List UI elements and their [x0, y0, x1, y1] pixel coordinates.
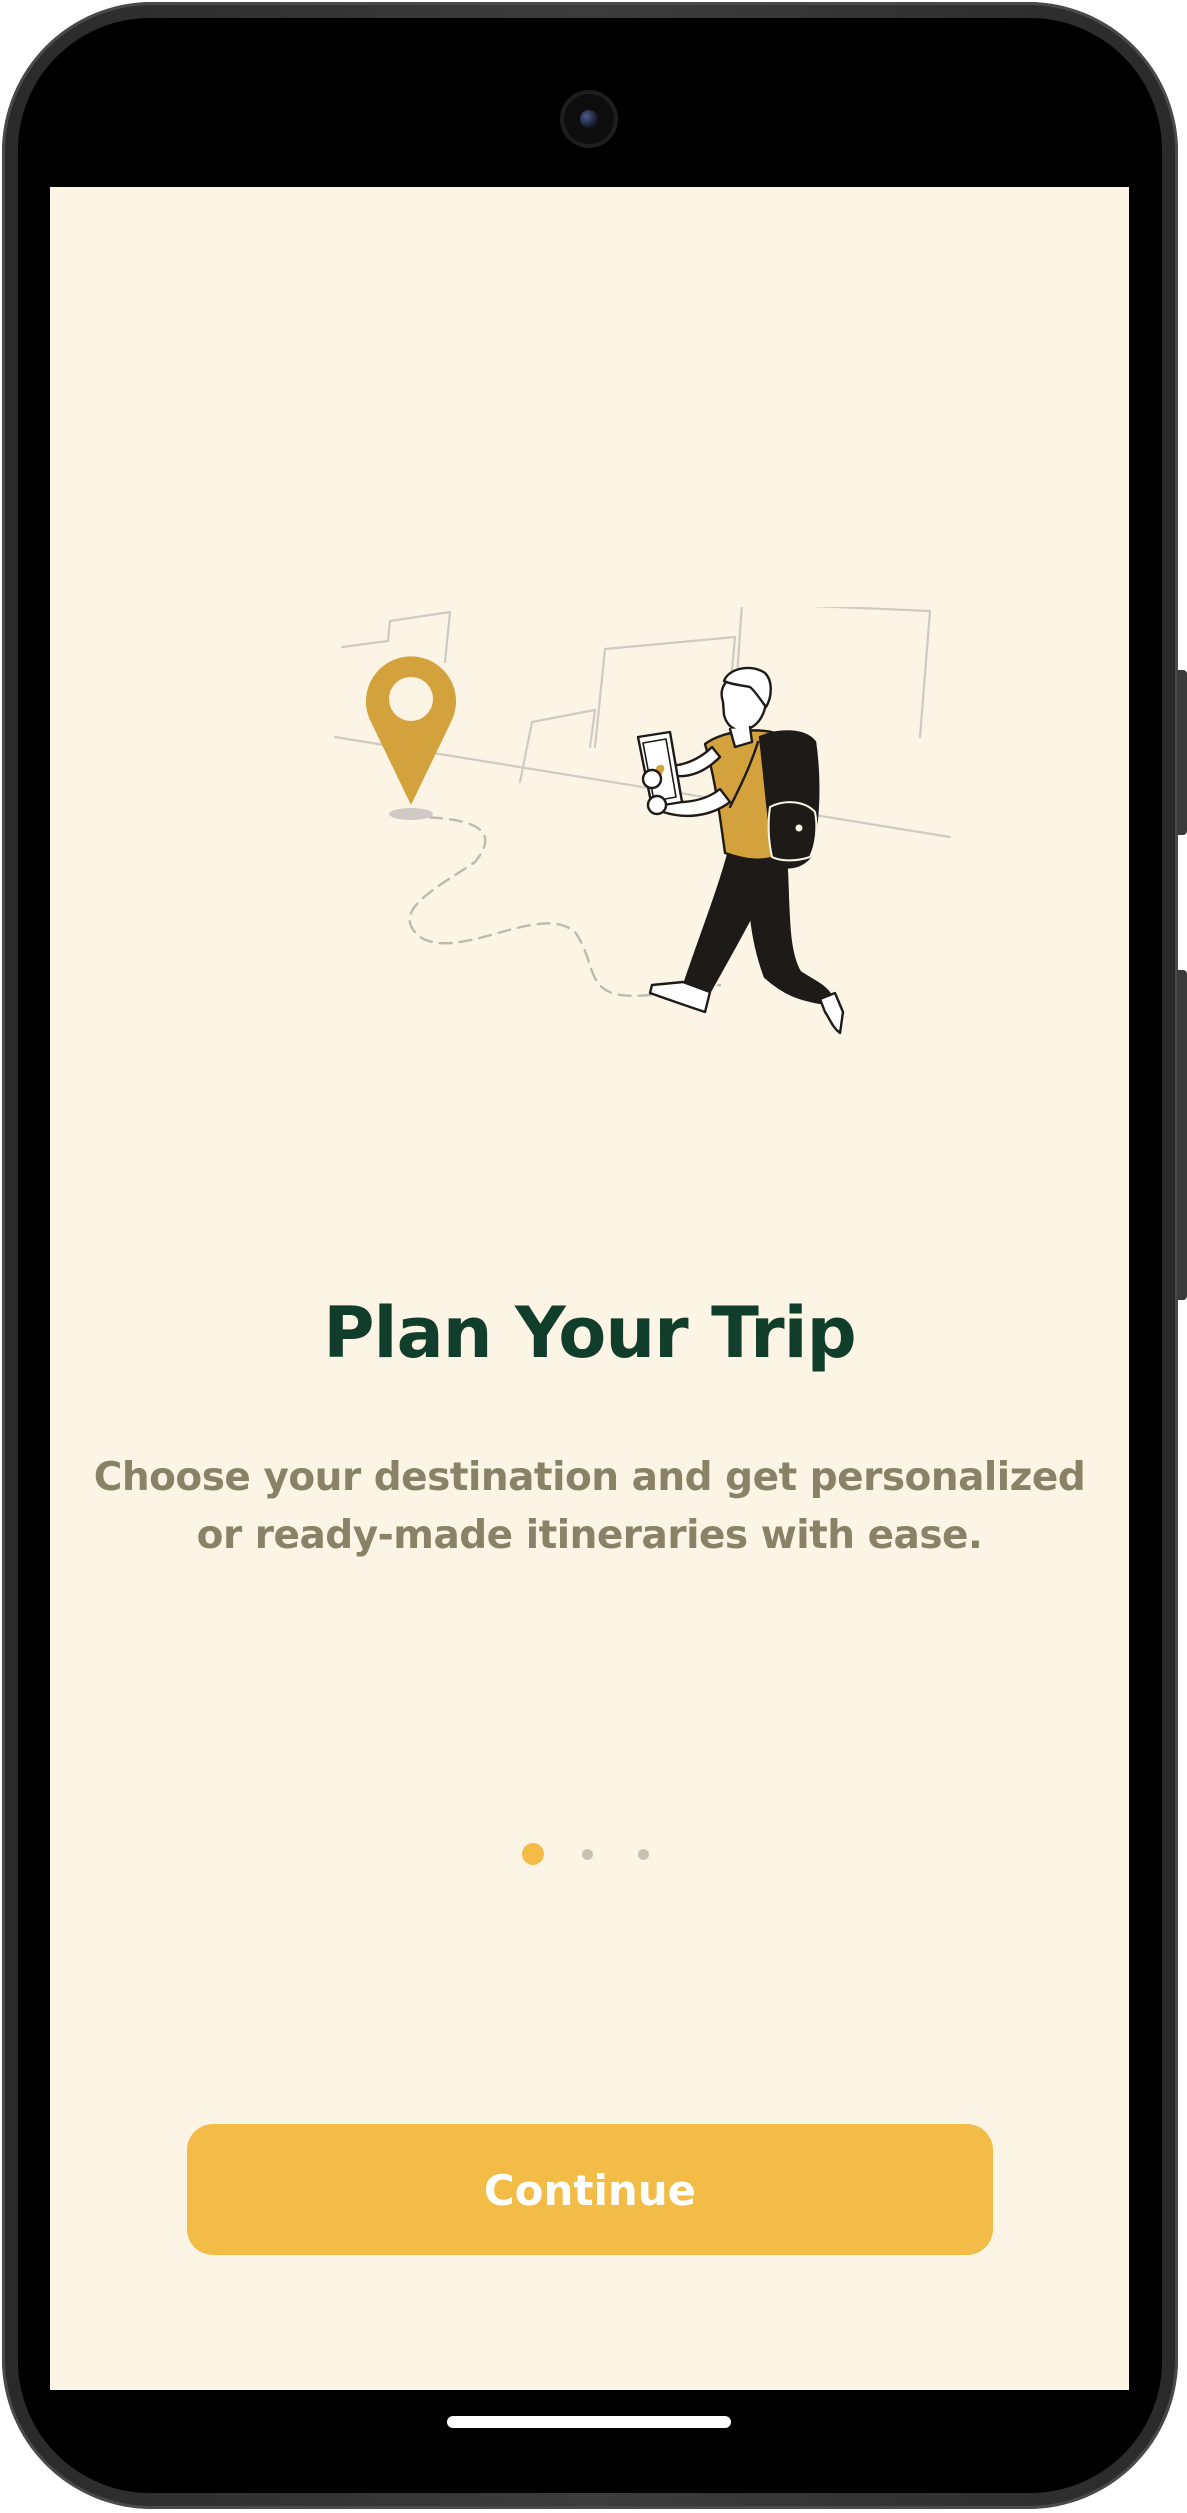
pagination-dot[interactable] [582, 1849, 593, 1860]
traveler-illustration [333, 607, 952, 1035]
home-indicator[interactable] [447, 2416, 731, 2428]
page-title: Plan Your Trip [323, 1292, 857, 1374]
front-camera [560, 90, 618, 148]
continue-button[interactable]: Continue [187, 2124, 993, 2255]
phone-device: Plan Your Trip Choose your destination a… [0, 0, 1187, 2513]
pagination-dots [50, 1840, 1129, 1870]
power-button [1177, 970, 1187, 1300]
traveler-figure [636, 666, 845, 1035]
volume-button [1177, 670, 1187, 835]
dashed-route [408, 815, 722, 998]
map-pin-icon [366, 656, 456, 820]
pagination-dot[interactable] [638, 1849, 649, 1860]
onboarding-screen: Plan Your Trip Choose your destination a… [50, 187, 1129, 2390]
page-subtitle: Choose your destination and get personal… [93, 1455, 1086, 1558]
pagination-dot-active[interactable] [522, 1843, 544, 1865]
